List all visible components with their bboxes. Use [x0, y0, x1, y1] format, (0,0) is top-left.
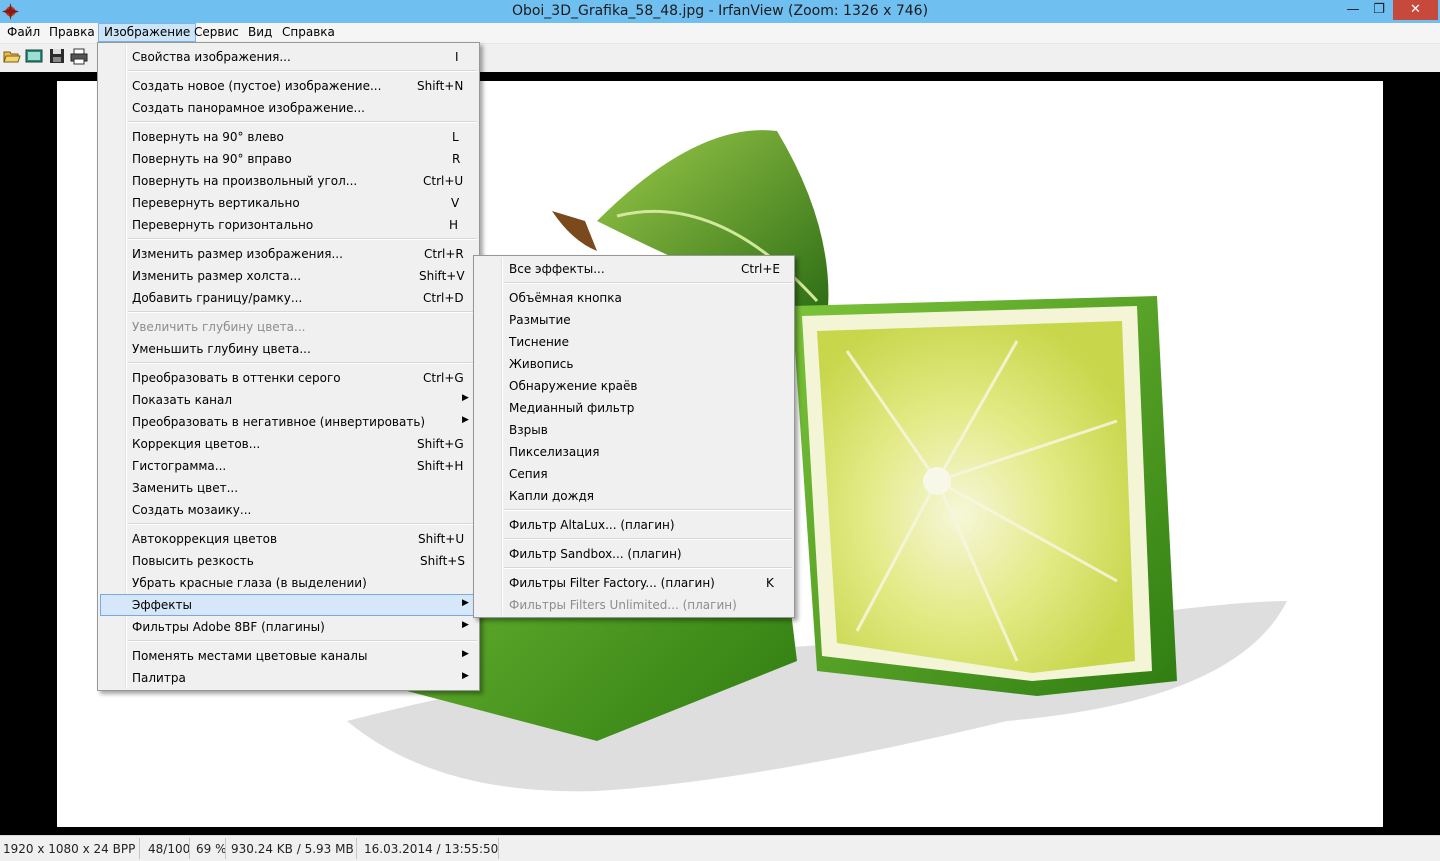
image-menu: Свойства изображения... I Создать новое (…	[97, 42, 480, 691]
menu-item-explosion[interactable]: Взрыв	[476, 419, 792, 441]
menu-view[interactable]: Вид	[243, 23, 277, 42]
menu-tools[interactable]: Сервис	[189, 23, 244, 42]
menu-edit[interactable]: Правка	[44, 23, 100, 42]
menu-item-3d-button[interactable]: Объёмная кнопка	[476, 287, 792, 309]
status-separator	[139, 838, 140, 859]
menu-item-create-panorama[interactable]: Создать панорамное изображение...	[100, 97, 477, 119]
menu-separator	[128, 362, 477, 364]
menu-item-emboss[interactable]: Тиснение	[476, 331, 792, 353]
menu-item-sharpen[interactable]: Повысить резкость Shift+S	[100, 550, 477, 572]
status-file-size: 930.24 KB / 5.93 MB	[231, 842, 354, 856]
status-separator	[225, 838, 226, 859]
menu-item-altalux-filter[interactable]: Фильтр AltaLux... (плагин)	[476, 514, 792, 536]
menu-item-sandbox-filter[interactable]: Фильтр Sandbox... (плагин)	[476, 543, 792, 565]
menu-item-add-border[interactable]: Добавить границу/рамку... Ctrl+D	[100, 287, 477, 309]
menu-item-flip-horizontal[interactable]: Перевернуть горизонтально H	[100, 214, 477, 236]
menu-item-adobe-8bf[interactable]: Фильтры Adobe 8BF (плагины) ▶	[100, 616, 477, 638]
status-bar: 1920 x 1080 x 24 BPP 48/100 69 % 930.24 …	[0, 835, 1440, 861]
status-separator	[356, 838, 357, 859]
open-folder-icon[interactable]	[3, 47, 21, 65]
menu-item-increase-color-depth[interactable]: Увеличить глубину цвета...	[100, 316, 477, 338]
menu-item-create-new-image[interactable]: Создать новое (пустое) изображение... Shi…	[100, 75, 477, 97]
submenu-arrow-icon: ▶	[462, 649, 469, 659]
menu-separator	[504, 567, 792, 569]
menu-item-flip-vertical[interactable]: Перевернуть вертикально V	[100, 192, 477, 214]
menu-item-blur[interactable]: Размытие	[476, 309, 792, 331]
menu-item-rotate-right[interactable]: Повернуть на 90° вправо R	[100, 148, 477, 170]
menu-item-sepia[interactable]: Сепия	[476, 463, 792, 485]
menu-item-decrease-color-depth[interactable]: Уменьшить глубину цвета...	[100, 338, 477, 360]
submenu-arrow-icon: ▶	[462, 598, 469, 608]
window-title: Oboi_3D_Grafika_58_48.jpg - IrfanView (Z…	[511, 3, 929, 19]
menu-item-pixelize[interactable]: Пикселизация	[476, 441, 792, 463]
submenu-arrow-icon: ▶	[462, 415, 469, 425]
menu-item-show-channel[interactable]: Показать канал ▶	[100, 389, 477, 411]
status-zoom: 69 %	[196, 842, 227, 856]
status-date: 16.03.2014 / 13:55:50	[364, 842, 499, 856]
status-separator	[498, 838, 499, 859]
menu-item-replace-color[interactable]: Заменить цвет...	[100, 477, 477, 499]
print-icon[interactable]	[70, 47, 88, 65]
menu-item-auto-adjust-colors[interactable]: Автокоррекция цветов Shift+U	[100, 528, 477, 550]
effects-submenu: Все эффекты... Ctrl+E Объёмная кнопка Раз…	[473, 255, 795, 618]
save-icon[interactable]	[48, 47, 66, 65]
menu-separator	[128, 121, 477, 123]
menu-item-histogram[interactable]: Гистограмма... Shift+H	[100, 455, 477, 477]
menu-separator	[504, 538, 792, 540]
menu-item-median-filter[interactable]: Медианный фильтр	[476, 397, 792, 419]
menu-separator	[504, 282, 792, 284]
menu-item-filters-unlimited[interactable]: Фильтры Filters Unlimited... (плагин)	[476, 594, 792, 616]
menu-item-oil-paint[interactable]: Живопись	[476, 353, 792, 375]
menu-file[interactable]: Файл	[2, 23, 45, 42]
menu-separator	[504, 509, 792, 511]
menu-item-swap-channels[interactable]: Поменять местами цветовые каналы ▶	[100, 645, 477, 667]
menu-item-rotate-custom[interactable]: Повернуть на произвольный угол... Ctrl+U	[100, 170, 477, 192]
menu-separator	[128, 523, 477, 525]
menu-item-rotate-left[interactable]: Повернуть на 90° влево L	[100, 126, 477, 148]
status-separator	[189, 838, 190, 859]
menu-separator	[128, 238, 477, 240]
close-button[interactable]: ✕	[1393, 0, 1438, 20]
menu-item-resize-image[interactable]: Изменить размер изображения... Ctrl+R	[100, 243, 477, 265]
title-bar: Oboi_3D_Grafika_58_48.jpg - IrfanView (Z…	[0, 0, 1440, 23]
slideshow-icon[interactable]	[25, 47, 43, 65]
menu-item-resize-canvas[interactable]: Изменить размер холста... Shift+V	[100, 265, 477, 287]
menu-separator	[128, 640, 477, 642]
status-index: 48/100	[148, 842, 191, 856]
maximize-button[interactable]: ❐	[1366, 0, 1392, 20]
status-dimensions: 1920 x 1080 x 24 BPP	[3, 842, 136, 856]
menu-item-filter-factory[interactable]: Фильтры Filter Factory... (плагин) K	[476, 572, 792, 594]
submenu-arrow-icon: ▶	[462, 393, 469, 403]
menu-item-grayscale[interactable]: Преобразовать в оттенки серого Ctrl+G	[100, 367, 477, 389]
menu-separator	[128, 311, 477, 313]
menu-item-color-corrections[interactable]: Коррекция цветов... Shift+G	[100, 433, 477, 455]
menu-item-rain-drops[interactable]: Капли дождя	[476, 485, 792, 507]
minimize-button[interactable]: —	[1340, 0, 1366, 20]
menu-bar: Файл Правка Изображение Сервис Вид Справ…	[0, 23, 1440, 44]
submenu-arrow-icon: ▶	[462, 620, 469, 630]
menu-item-create-mosaic[interactable]: Создать мозаику...	[100, 499, 477, 521]
menu-item-edge-detection[interactable]: Обнаружение краёв	[476, 375, 792, 397]
menu-help[interactable]: Справка	[277, 23, 340, 42]
menu-item-palette[interactable]: Палитра ▶	[100, 667, 477, 689]
submenu-arrow-icon: ▶	[462, 671, 469, 681]
menu-separator	[128, 70, 477, 72]
menu-item-image-properties[interactable]: Свойства изображения... I	[100, 46, 477, 68]
menu-item-all-effects[interactable]: Все эффекты... Ctrl+E	[476, 258, 792, 280]
menu-image[interactable]: Изображение	[98, 23, 197, 42]
menu-item-red-eye[interactable]: Убрать красные глаза (в выделении)	[100, 572, 477, 594]
menu-item-negative[interactable]: Преобразовать в негативное (инвертироват…	[100, 411, 477, 433]
menu-item-effects[interactable]: Эффекты ▶	[100, 594, 477, 616]
